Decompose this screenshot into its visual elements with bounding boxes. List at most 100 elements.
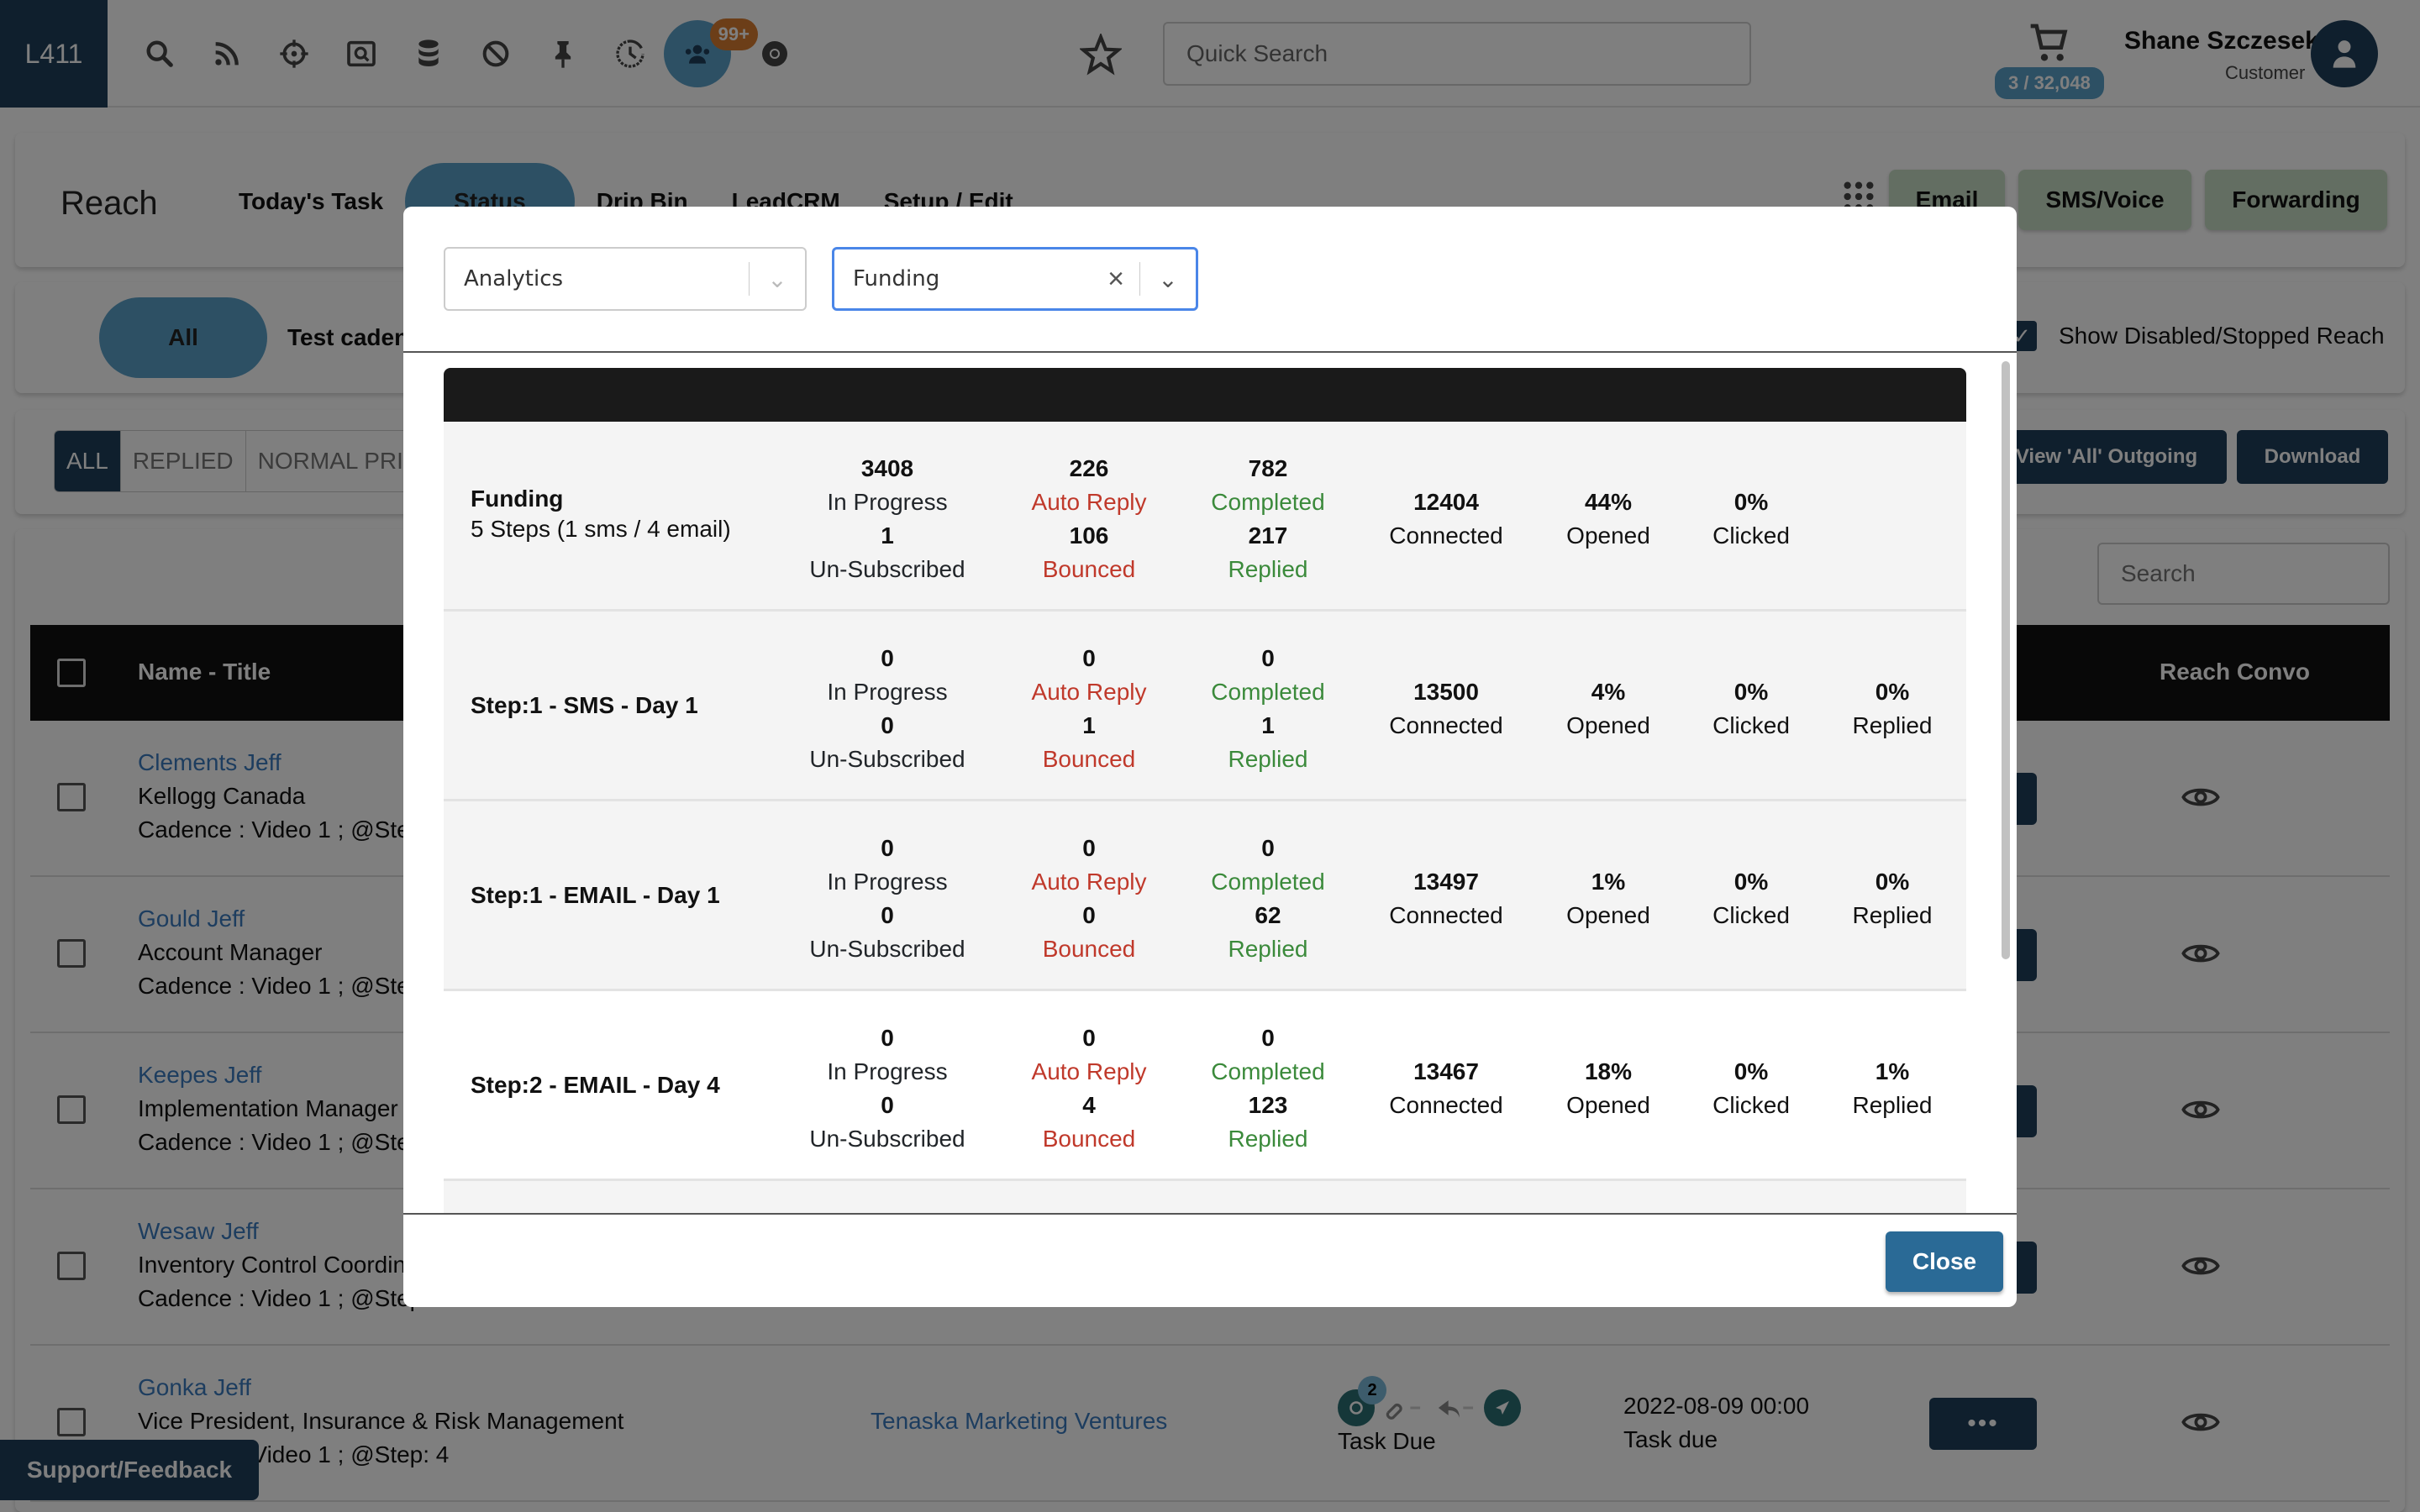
stats-row-partial <box>444 1181 1966 1213</box>
progress-stat: 0 In Progress 0 Un-Subscribed <box>786 1021 988 1156</box>
stat-label: Auto Reply <box>1031 489 1147 515</box>
stat-value: 13467 <box>1413 1058 1479 1084</box>
stat-value: 0% <box>1875 869 1910 895</box>
stat-label: Auto Reply <box>1031 1058 1147 1084</box>
stat-value: 1% <box>1875 1058 1910 1084</box>
clicked-stat: 0% Clicked <box>1659 486 1844 553</box>
reply-bounce-stat: 226 Auto Reply 106 Bounced <box>988 452 1190 586</box>
stat-label: Bounced <box>1042 746 1136 772</box>
stat-label: Un-Subscribed <box>809 556 965 582</box>
progress-stat: 3408 In Progress 1 Un-Subscribed <box>786 452 988 586</box>
cadence-value: Funding <box>853 266 940 291</box>
reply-bounce-stat: 0 Auto Reply 4 Bounced <box>988 1021 1190 1156</box>
stats-row: Step:1 - SMS - Day 1 0 In Progress 0 Un-Subs… <box>444 612 1966 801</box>
stat-value: 13500 <box>1413 679 1479 705</box>
stat-value: 4 <box>1082 1092 1096 1118</box>
step-name: Funding <box>471 486 564 512</box>
completed-replied-stat: 0 Completed 1 Replied <box>1167 642 1369 776</box>
stat-label: Replied <box>1228 1126 1308 1152</box>
stat-value: 0 <box>1082 645 1096 671</box>
stat-label: Replied <box>1228 746 1308 772</box>
stat-label: Connected <box>1389 1092 1503 1118</box>
stat-value: 0 <box>881 645 894 671</box>
stat-value: 3408 <box>860 455 914 481</box>
stat-value: 123 <box>1248 1092 1288 1118</box>
modal-header: Analytics ⌄ Funding × ⌄ <box>403 207 2017 353</box>
stat-label: Replied <box>1852 1092 1933 1118</box>
clear-icon[interactable]: × <box>1092 263 1139 296</box>
stat-label: In Progress <box>827 1058 948 1084</box>
connected-stat: 13497 Connected <box>1354 865 1539 932</box>
stat-label: Clicked <box>1712 522 1790 549</box>
stat-label: Replied <box>1852 902 1933 928</box>
stat-label: Replied <box>1228 936 1308 962</box>
report-type-select[interactable]: Analytics ⌄ <box>444 247 807 311</box>
stat-label: Completed <box>1211 1058 1325 1084</box>
stat-label: Replied <box>1852 712 1933 738</box>
replied-pct-stat: 0% Replied <box>1800 865 1985 932</box>
modal-scrollbar[interactable] <box>2002 361 2010 959</box>
reply-bounce-stat: 0 Auto Reply 0 Bounced <box>988 832 1190 966</box>
reply-bounce-stat: 0 Auto Reply 1 Bounced <box>988 642 1190 776</box>
stat-label: Un-Subscribed <box>809 746 965 772</box>
stat-value: 13497 <box>1413 869 1479 895</box>
step-summary: 5 Steps (1 sms / 4 email) <box>471 516 731 542</box>
stat-label: Un-Subscribed <box>809 936 965 962</box>
stat-label: Bounced <box>1042 1126 1136 1152</box>
stat-label: Bounced <box>1042 556 1136 582</box>
stat-value: 62 <box>1255 902 1281 928</box>
stat-label: Completed <box>1211 679 1325 705</box>
step-name: Step:2 - EMAIL - Day 4 <box>471 1072 720 1098</box>
stat-value: 217 <box>1248 522 1288 549</box>
stat-label: In Progress <box>827 489 948 515</box>
cadence-select[interactable]: Funding × ⌄ <box>832 247 1198 311</box>
step-label: Step:1 - SMS - Day 1 <box>471 692 698 719</box>
stat-label: Connected <box>1389 522 1503 549</box>
step-name: Step:1 - SMS - Day 1 <box>471 692 698 718</box>
report-type-value: Analytics <box>464 266 564 291</box>
completed-replied-stat: 782 Completed 217 Replied <box>1167 452 1369 586</box>
modal-footer: Close <box>403 1213 2017 1307</box>
stats-row: Funding 5 Steps (1 sms / 4 email) 3408 In P… <box>444 422 1966 612</box>
analytics-modal: Analytics ⌄ Funding × ⌄ Funding 5 Steps (… <box>403 207 2017 1307</box>
stat-label: Bounced <box>1042 936 1136 962</box>
step-label: Step:1 - EMAIL - Day 1 <box>471 882 720 909</box>
stat-value: 1 <box>1261 712 1275 738</box>
stat-value: 0 <box>1082 1025 1096 1051</box>
stat-label: In Progress <box>827 679 948 705</box>
stat-value: 0% <box>1733 489 1769 515</box>
stats-row: Step:2 - EMAIL - Day 4 0 In Progress 0 Un-Su… <box>444 991 1966 1181</box>
stat-value: 106 <box>1069 522 1109 549</box>
stat-value: 0 <box>1261 645 1275 671</box>
close-button[interactable]: Close <box>1886 1231 2003 1292</box>
stat-value: 0 <box>881 1025 894 1051</box>
stat-value: 1 <box>881 522 894 549</box>
stat-value: 0% <box>1875 679 1910 705</box>
connected-stat: 13467 Connected <box>1354 1055 1539 1122</box>
replied-pct-stat: 1% Replied <box>1800 1055 1985 1122</box>
stat-value: 0 <box>881 835 894 861</box>
stat-label: Auto Reply <box>1031 869 1147 895</box>
stat-value: 226 <box>1069 455 1109 481</box>
progress-stat: 0 In Progress 0 Un-Subscribed <box>786 832 988 966</box>
stat-value: 0 <box>1261 1025 1275 1051</box>
modal-body: Funding 5 Steps (1 sms / 4 email) 3408 In P… <box>403 354 2017 1213</box>
stat-label: Connected <box>1389 902 1503 928</box>
connected-stat: 13500 Connected <box>1354 675 1539 743</box>
stat-value: 0 <box>881 712 894 738</box>
progress-stat: 0 In Progress 0 Un-Subscribed <box>786 642 988 776</box>
stat-value: 12404 <box>1413 489 1479 515</box>
stat-label: In Progress <box>827 869 948 895</box>
stat-value: 0 <box>1082 835 1096 861</box>
chevron-down-icon[interactable]: ⌄ <box>750 265 805 293</box>
step-label: Funding 5 Steps (1 sms / 4 email) <box>471 486 731 543</box>
stat-label: Completed <box>1211 489 1325 515</box>
stat-label: Completed <box>1211 869 1325 895</box>
stat-value: 1 <box>1082 712 1096 738</box>
stat-value: 0 <box>1261 835 1275 861</box>
stat-value: 0 <box>881 1092 894 1118</box>
chevron-down-icon[interactable]: ⌄ <box>1140 265 1196 293</box>
stats-row: Step:1 - EMAIL - Day 1 0 In Progress 0 Un-Su… <box>444 801 1966 991</box>
stat-label: Auto Reply <box>1031 679 1147 705</box>
connected-stat: 12404 Connected <box>1354 486 1539 553</box>
